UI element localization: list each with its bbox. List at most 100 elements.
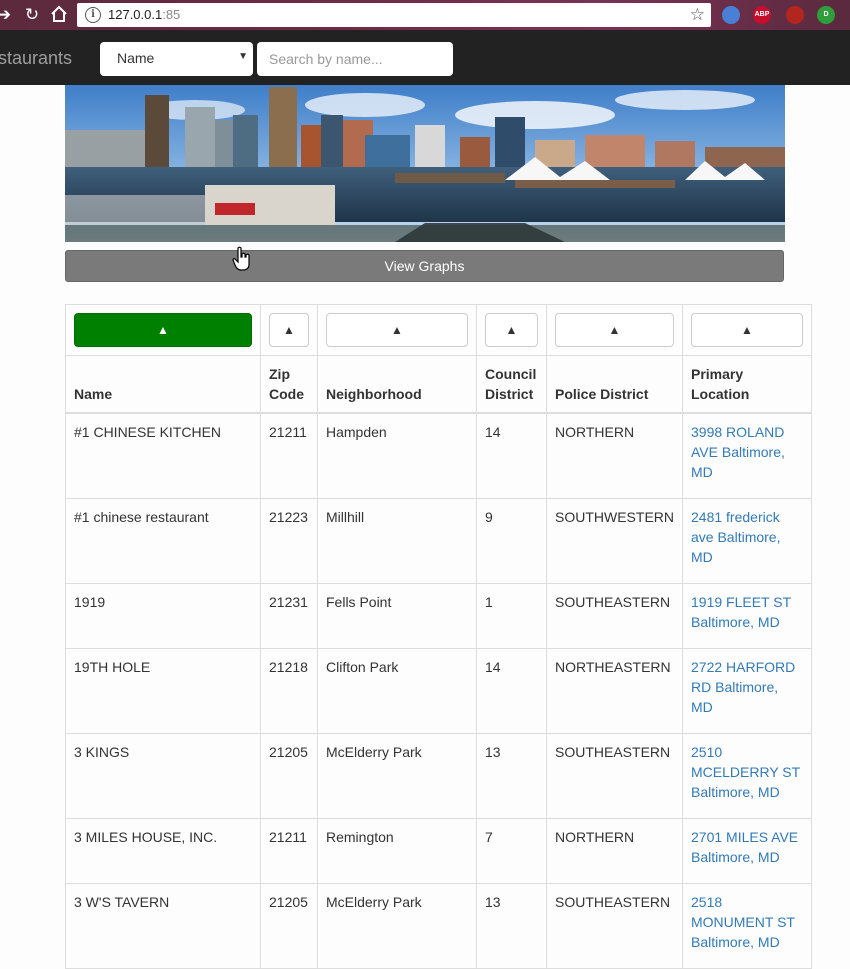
location-link[interactable]: 2722 HARFORD RD Baltimore, MD	[691, 659, 795, 715]
arrow-up-icon: ▲	[157, 323, 169, 337]
cell-council: 7	[476, 818, 547, 884]
cell-zip: 21205	[260, 883, 318, 969]
cell-zip: 21218	[260, 648, 318, 734]
caret-down-icon: ▼	[238, 51, 248, 62]
cell-location: 2701 MILES AVE Baltimore, MD	[682, 818, 812, 884]
cell-council: 13	[476, 883, 547, 969]
forward-arrow-icon[interactable]: ➔	[0, 5, 14, 25]
sort-council-button[interactable]: ▲	[485, 313, 538, 347]
cell-zip: 21231	[260, 583, 318, 649]
cell-police: SOUTHEASTERN	[546, 583, 683, 649]
cell-police: SOUTHEASTERN	[546, 733, 683, 819]
cell-council: 14	[476, 648, 547, 734]
column-header-location: Primary Location	[682, 355, 812, 414]
arrow-up-icon: ▲	[608, 323, 621, 337]
sort-neighborhood-button[interactable]: ▲	[326, 313, 468, 347]
cell-police: NORTHERN	[546, 818, 683, 884]
address-bar[interactable]: i 127.0.0.1:85 ☆	[77, 3, 711, 27]
table-row: #1 CHINESE KITCHEN 21211 Hampden 14 NORTHERN…	[65, 412, 812, 499]
home-icon[interactable]	[49, 5, 69, 25]
column-header-name: Name	[65, 355, 261, 414]
arrow-up-icon: ▲	[505, 323, 518, 337]
location-link[interactable]: 2518 MONUMENT ST Baltimore, MD	[691, 894, 795, 950]
cell-neighborhood: Remington	[317, 818, 477, 884]
extension-green-icon[interactable]: D	[817, 6, 835, 24]
arrow-up-icon: ▲	[283, 323, 295, 337]
table-row: 3 W'S TAVERN 21205 McElderry Park 13 SOUTHEA…	[65, 883, 812, 969]
navbar-brand[interactable]: staurants	[0, 48, 72, 69]
location-link[interactable]: 2510 MCELDERRY ST Baltimore, MD	[691, 744, 800, 800]
table-row: 3 MILES HOUSE, INC. 21211 Remington 7 NORTHE…	[65, 818, 812, 884]
hand-cursor-icon	[232, 246, 252, 275]
cell-police: SOUTHWESTERN	[546, 498, 683, 584]
cell-name: 3 KINGS	[65, 733, 261, 819]
column-header-neighborhood: Neighborhood	[317, 355, 477, 414]
ublock-icon[interactable]	[786, 6, 804, 24]
cell-zip: 21211	[260, 412, 318, 499]
view-graphs-button[interactable]: View Graphs	[65, 250, 784, 282]
bookmark-star-icon[interactable]: ☆	[690, 5, 705, 25]
city-banner-image	[65, 85, 785, 242]
cell-police: NORTHEASTERN	[546, 648, 683, 734]
reload-icon[interactable]: ↻	[22, 5, 42, 25]
restaurants-table: ▲ ▲ ▲ ▲ ▲ ▲ Name Zip Code Neighborhood Council D…	[65, 304, 812, 969]
cell-council: 13	[476, 733, 547, 819]
cell-neighborhood: McElderry Park	[317, 733, 477, 819]
table-row: 1919 21231 Fells Point 1 SOUTHEASTERN 1919 FL…	[65, 583, 812, 649]
cell-name: #1 CHINESE KITCHEN	[65, 412, 261, 499]
sort-cell-police: ▲	[546, 304, 683, 356]
table-row: 3 KINGS 21205 McElderry Park 13 SOUTHEASTERN…	[65, 733, 812, 819]
column-header-council: Council District	[476, 355, 547, 414]
arrow-up-icon: ▲	[741, 323, 753, 337]
sort-buttons-row: ▲ ▲ ▲ ▲ ▲ ▲	[65, 304, 812, 356]
location-link[interactable]: 2481 frederick ave Baltimore, MD	[691, 509, 780, 565]
cell-neighborhood: Hampden	[317, 412, 477, 499]
cell-location: 2722 HARFORD RD Baltimore, MD	[682, 648, 812, 734]
sort-cell-council: ▲	[476, 304, 547, 356]
cell-police: NORTHERN	[546, 412, 683, 499]
search-input[interactable]	[257, 42, 453, 76]
table-row: #1 chinese restaurant 21223 Millhill 9 SOUTH…	[65, 498, 812, 584]
cell-neighborhood: Clifton Park	[317, 648, 477, 734]
cell-location: 3998 ROLAND AVE Baltimore, MD	[682, 412, 812, 499]
cell-name: 1919	[65, 583, 261, 649]
cell-name: 3 W'S TAVERN	[65, 883, 261, 969]
table-header-row: Name Zip Code Neighborhood Council District…	[65, 355, 812, 414]
cell-police: SOUTHEASTERN	[546, 883, 683, 969]
cell-neighborhood: Fells Point	[317, 583, 477, 649]
restaurants-table-wrapper: ▲ ▲ ▲ ▲ ▲ ▲ Name Zip Code Neighborhood Council D…	[65, 304, 812, 969]
google-translate-icon[interactable]	[722, 6, 740, 24]
column-header-police: Police District	[546, 355, 683, 414]
column-header-zip: Zip Code	[260, 355, 318, 414]
location-link[interactable]: 1919 FLEET ST Baltimore, MD	[691, 594, 791, 630]
adblock-plus-icon[interactable]: ABP	[753, 6, 771, 24]
cell-zip: 21223	[260, 498, 318, 584]
cell-zip: 21205	[260, 733, 318, 819]
cell-location: 2510 MCELDERRY ST Baltimore, MD	[682, 733, 812, 819]
cell-neighborhood: Millhill	[317, 498, 477, 584]
sort-police-button[interactable]: ▲	[555, 313, 674, 347]
info-icon[interactable]: i	[85, 7, 101, 23]
sort-cell-location: ▲	[682, 304, 812, 356]
table-row: 19TH HOLE 21218 Clifton Park 14 NORTHEASTERN…	[65, 648, 812, 734]
cell-location: 2518 MONUMENT ST Baltimore, MD	[682, 883, 812, 969]
cell-zip: 21211	[260, 818, 318, 884]
cell-council: 1	[476, 583, 547, 649]
location-link[interactable]: 3998 ROLAND AVE Baltimore, MD	[691, 424, 785, 480]
filter-select-value: Name	[117, 50, 155, 66]
sort-name-button[interactable]: ▲	[74, 313, 252, 347]
filter-select[interactable]: Name ▼	[100, 42, 253, 76]
cell-council: 14	[476, 412, 547, 499]
cell-name: 3 MILES HOUSE, INC.	[65, 818, 261, 884]
sort-zip-button[interactable]: ▲	[269, 313, 309, 347]
sort-location-button[interactable]: ▲	[691, 313, 803, 347]
sort-cell-neighborhood: ▲	[317, 304, 477, 356]
url-text: 127.0.0.1:85	[108, 7, 181, 22]
location-link[interactable]: 2701 MILES AVE Baltimore, MD	[691, 829, 798, 865]
cell-location: 1919 FLEET ST Baltimore, MD	[682, 583, 812, 649]
cell-name: #1 chinese restaurant	[65, 498, 261, 584]
sort-cell-name: ▲	[65, 304, 261, 356]
cell-name: 19TH HOLE	[65, 648, 261, 734]
arrow-up-icon: ▲	[391, 323, 403, 337]
sort-cell-zip: ▲	[260, 304, 318, 356]
